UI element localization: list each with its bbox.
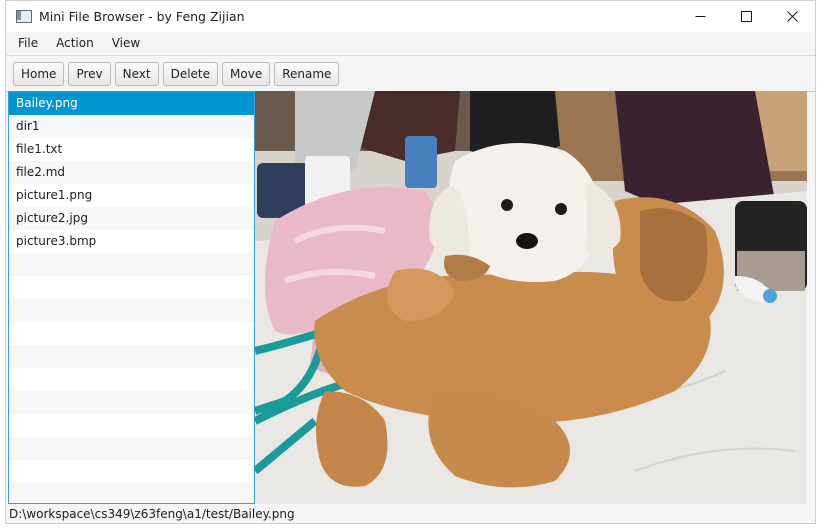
file-list[interactable]: Bailey.png dir1 file1.txt file2.md pictu… [8, 91, 255, 504]
empty-row [9, 253, 254, 276]
home-button[interactable]: Home [13, 61, 65, 86]
menu-file[interactable]: File [6, 32, 47, 55]
list-item[interactable]: picture3.bmp [9, 230, 254, 253]
list-item[interactable]: picture2.jpg [9, 207, 254, 230]
list-item[interactable]: file1.txt [9, 138, 254, 161]
close-icon[interactable] [769, 1, 815, 32]
list-item[interactable]: picture1.png [9, 184, 254, 207]
puppy-photo [255, 91, 807, 504]
empty-row [9, 483, 254, 503]
minimize-icon[interactable] [677, 1, 723, 32]
menu-bar: File Action View [6, 32, 815, 56]
menu-view[interactable]: View [103, 32, 149, 55]
status-bar: D:\workspace\cs349\z63feng\a1/test/Baile… [9, 507, 295, 521]
prev-button[interactable]: Prev [68, 61, 111, 86]
empty-row [9, 460, 254, 483]
empty-row [9, 437, 254, 460]
move-button[interactable]: Move [222, 61, 271, 86]
list-item[interactable]: Bailey.png [9, 92, 254, 115]
menu-action[interactable]: Action [47, 32, 103, 55]
empty-row [9, 276, 254, 299]
empty-row [9, 322, 254, 345]
title-bar[interactable]: Mini File Browser - by Feng Zijian [6, 1, 815, 32]
delete-button[interactable]: Delete [162, 61, 219, 86]
empty-row [9, 391, 254, 414]
list-item[interactable]: dir1 [9, 115, 254, 138]
window-title: Mini File Browser - by Feng Zijian [39, 9, 245, 24]
list-item[interactable]: file2.md [9, 161, 254, 184]
empty-row [9, 368, 254, 391]
empty-row [9, 414, 254, 437]
image-preview [255, 91, 807, 504]
next-button[interactable]: Next [114, 61, 159, 86]
maximize-icon[interactable] [723, 1, 769, 32]
window-controls [677, 1, 815, 32]
app-window: Mini File Browser - by Feng Zijian File … [5, 0, 816, 524]
rename-button[interactable]: Rename [274, 61, 340, 86]
app-window-icon [16, 10, 32, 23]
empty-row [9, 299, 254, 322]
toolbar: Home Prev Next Delete Move Rename [6, 56, 815, 92]
content-area: Bailey.png dir1 file1.txt file2.md pictu… [8, 91, 807, 504]
empty-row [9, 345, 254, 368]
